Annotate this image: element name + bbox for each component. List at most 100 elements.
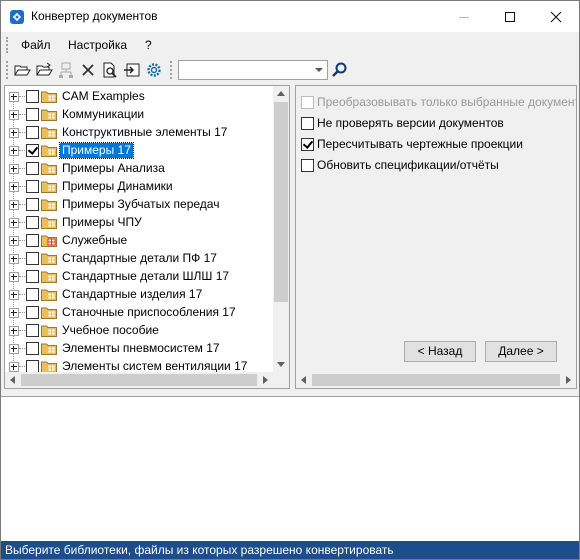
scroll-right-icon[interactable] xyxy=(263,376,268,384)
tree-connector xyxy=(19,294,25,295)
options-horizontal-scroll-thumb[interactable] xyxy=(312,374,560,386)
expand-plus-icon[interactable] xyxy=(9,326,19,336)
tree-item-checkbox[interactable] xyxy=(26,216,39,229)
tree-item[interactable]: Примеры 17 xyxy=(5,142,273,160)
tree-item[interactable]: Примеры Зубчатых передач xyxy=(5,196,273,214)
tree-vertical-scrollbar[interactable] xyxy=(273,86,289,372)
scroll-left-icon[interactable] xyxy=(301,376,306,384)
tree-item-checkbox[interactable] xyxy=(26,198,39,211)
option-row[interactable]: Обновить спецификации/отчёты xyxy=(301,157,573,173)
tree-item-checkbox[interactable] xyxy=(26,144,39,157)
library-folder-icon xyxy=(41,324,57,337)
expand-plus-icon[interactable] xyxy=(9,308,19,318)
maximize-icon xyxy=(505,12,515,22)
tree-item[interactable]: CAM Examples xyxy=(5,88,273,106)
back-button[interactable]: < Назад xyxy=(404,341,476,362)
tree-item[interactable]: Коммуникации xyxy=(5,106,273,124)
option-row: Преобразовывать только выбранные докумен… xyxy=(301,94,576,110)
expand-plus-icon[interactable] xyxy=(9,362,19,372)
expand-plus-icon[interactable] xyxy=(9,218,19,228)
converter-window: Конвертер документов Файл Настройка ? CA… xyxy=(0,0,580,560)
tree-item[interactable]: Элементы пневмосистем 17 xyxy=(5,340,273,358)
option-checkbox[interactable] xyxy=(301,117,314,130)
open-folder-alt-icon[interactable] xyxy=(35,61,53,79)
tree-item-label: Коммуникации xyxy=(62,107,145,121)
tree-item[interactable]: Стандартные детали ШЛШ 17 xyxy=(5,268,273,286)
scroll-down-icon[interactable] xyxy=(277,362,285,367)
option-row[interactable]: Пересчитывать чертежные проекции xyxy=(301,136,573,152)
expand-plus-icon[interactable] xyxy=(9,110,19,120)
scroll-right-icon[interactable] xyxy=(566,376,571,384)
tree-item-checkbox[interactable] xyxy=(26,126,39,139)
expand-plus-icon[interactable] xyxy=(9,146,19,156)
tree-item[interactable]: Учебное пособие xyxy=(5,322,273,340)
tree-horizontal-scrollbar[interactable] xyxy=(5,372,273,388)
expand-plus-icon[interactable] xyxy=(9,344,19,354)
export-icon[interactable] xyxy=(123,61,141,79)
tree-connector xyxy=(19,330,25,331)
open-folder-icon[interactable] xyxy=(13,61,31,79)
tree-item-checkbox[interactable] xyxy=(26,180,39,193)
expand-plus-icon[interactable] xyxy=(9,92,19,102)
tree-item-checkbox[interactable] xyxy=(26,162,39,175)
tree-item[interactable]: Служебные xyxy=(5,232,273,250)
scroll-up-icon[interactable] xyxy=(277,91,285,96)
tree-item-checkbox[interactable] xyxy=(26,306,39,319)
tree-item[interactable]: Примеры Динамики xyxy=(5,178,273,196)
tree-item-checkbox[interactable] xyxy=(26,108,39,121)
tree-horizontal-scroll-thumb[interactable] xyxy=(21,374,257,386)
library-folder-icon xyxy=(41,216,57,229)
tree-item[interactable]: Примеры Анализа xyxy=(5,160,273,178)
tree-item-checkbox[interactable] xyxy=(26,252,39,265)
tree-item[interactable]: Примеры ЧПУ xyxy=(5,214,273,232)
tree-connector xyxy=(19,132,25,133)
expand-plus-icon[interactable] xyxy=(9,128,19,138)
option-row[interactable]: Не проверять версии документов xyxy=(301,115,573,131)
expand-plus-icon[interactable] xyxy=(9,164,19,174)
tree-item-checkbox[interactable] xyxy=(26,234,39,247)
menu-file[interactable]: Файл xyxy=(21,38,51,52)
expand-plus-icon[interactable] xyxy=(9,236,19,246)
tree-item[interactable]: Стандартные изделия 17 xyxy=(5,286,273,304)
delete-icon[interactable] xyxy=(79,61,97,79)
minimize-button[interactable] xyxy=(441,1,487,32)
expand-plus-icon[interactable] xyxy=(9,272,19,282)
options-horizontal-scrollbar[interactable] xyxy=(296,372,576,388)
expand-plus-icon[interactable] xyxy=(9,254,19,264)
chevron-down-icon[interactable] xyxy=(315,68,323,72)
tree-item-checkbox[interactable] xyxy=(26,270,39,283)
search-icon[interactable] xyxy=(331,61,349,79)
option-checkbox[interactable] xyxy=(301,138,314,151)
log-output-area[interactable] xyxy=(1,396,579,542)
tree-item[interactable]: Станочные приспособления 17 xyxy=(5,304,273,322)
tree-item-checkbox[interactable] xyxy=(26,342,39,355)
tree-item-checkbox[interactable] xyxy=(26,90,39,103)
preview-icon[interactable] xyxy=(101,61,119,79)
option-checkbox[interactable] xyxy=(301,159,314,172)
tree-item[interactable]: Стандартные детали ПФ 17 xyxy=(5,250,273,268)
expand-plus-icon[interactable] xyxy=(9,182,19,192)
tree-item-checkbox[interactable] xyxy=(26,288,39,301)
toolbar-grip-2 xyxy=(170,61,175,79)
menu-settings[interactable]: Настройка xyxy=(68,38,127,52)
tree-item-label: CAM Examples xyxy=(62,89,145,103)
tree-connector xyxy=(19,114,25,115)
scroll-left-icon[interactable] xyxy=(10,376,15,384)
settings-gear-icon[interactable] xyxy=(145,61,163,79)
tree-vertical-scroll-thumb[interactable] xyxy=(274,102,288,302)
tree-item-checkbox[interactable] xyxy=(26,324,39,337)
library-folder-icon xyxy=(41,270,57,283)
next-button[interactable]: Далее > xyxy=(485,341,557,362)
expand-plus-icon[interactable] xyxy=(9,290,19,300)
library-folder-icon xyxy=(41,198,57,211)
close-button[interactable] xyxy=(533,1,579,32)
close-icon xyxy=(550,11,562,23)
maximize-button[interactable] xyxy=(487,1,533,32)
tree-item[interactable]: Конструктивные элементы 17 xyxy=(5,124,273,142)
network-icon[interactable] xyxy=(57,61,75,79)
expand-plus-icon[interactable] xyxy=(9,200,19,210)
search-combo[interactable] xyxy=(178,60,328,80)
option-label: Пересчитывать чертежные проекции xyxy=(317,137,523,151)
library-folder-icon xyxy=(41,342,57,355)
menu-help[interactable]: ? xyxy=(145,38,152,52)
